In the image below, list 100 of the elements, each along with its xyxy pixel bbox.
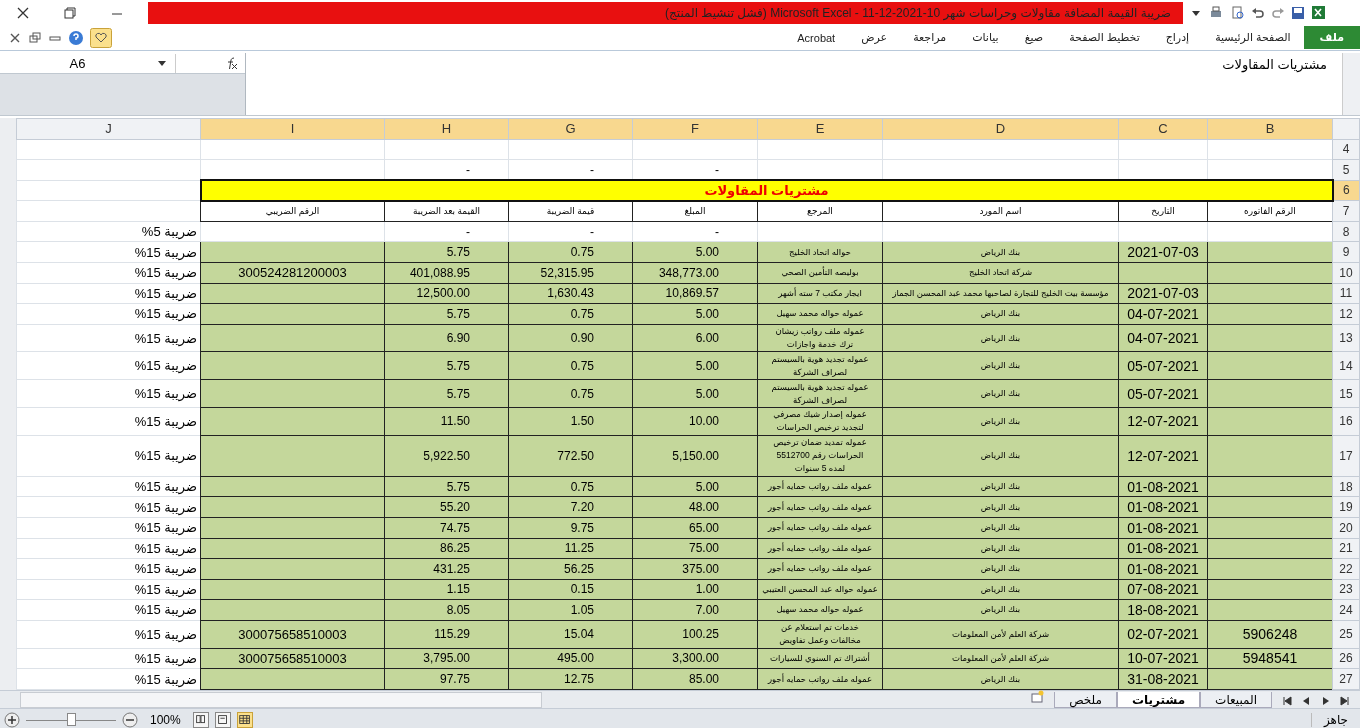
table-cell: 05-07-2021 bbox=[1118, 351, 1208, 380]
table-cell: ضريبة 5% bbox=[16, 221, 201, 242]
row-header[interactable]: 16 bbox=[1332, 407, 1360, 436]
first-sheet-icon[interactable] bbox=[1340, 694, 1352, 708]
table-cell: 5948541 bbox=[1207, 648, 1333, 669]
zoom-slider-thumb[interactable] bbox=[66, 712, 76, 726]
window-title: ضريبة القيمة المضافة مقاولات وحراسات شهر 10-2021-12-11 - Microsoft Excel (فشل تنشيط المنتج) bbox=[148, 1, 1183, 24]
row-header[interactable]: 7 bbox=[1332, 200, 1360, 222]
column-header[interactable]: D bbox=[882, 118, 1119, 140]
ribbon-tab[interactable]: تخطيط الصفحة bbox=[1056, 27, 1153, 48]
vertical-scrollbar[interactable] bbox=[0, 118, 16, 690]
spreadsheet-icon[interactable] bbox=[1311, 5, 1326, 20]
view-button[interactable] bbox=[236, 712, 253, 728]
row-header[interactable]: 13 bbox=[1332, 324, 1360, 352]
row-header[interactable]: 23 bbox=[1332, 579, 1360, 600]
sheet-tab[interactable]: مشتريات bbox=[1117, 692, 1201, 708]
close-icon[interactable] bbox=[16, 5, 31, 20]
view-button[interactable] bbox=[214, 712, 231, 728]
table-cell: 12,500.00 bbox=[384, 283, 509, 304]
row-header[interactable]: 11 bbox=[1332, 283, 1360, 304]
table-cell: 05-07-2021 bbox=[1118, 379, 1208, 408]
column-header[interactable]: E bbox=[757, 118, 883, 140]
table-cell: 3,795.00 bbox=[384, 648, 509, 669]
zoom-out-icon[interactable] bbox=[122, 712, 138, 728]
table-cell: 56.25 bbox=[508, 558, 633, 580]
table-cell: عموله ملف رواتب حمايه أجور bbox=[757, 558, 883, 580]
row-header[interactable]: 15 bbox=[1332, 379, 1360, 408]
zoom-in-icon[interactable] bbox=[4, 712, 20, 728]
table-cell: 5.00 bbox=[632, 241, 758, 263]
table-cell: 01-08-2021 bbox=[1118, 496, 1208, 518]
column-header[interactable]: I bbox=[200, 118, 385, 140]
help-icon[interactable] bbox=[68, 29, 84, 46]
column-header[interactable]: J bbox=[16, 118, 201, 140]
table-cell: ضريبة 15% bbox=[16, 648, 201, 669]
ribbon-tab[interactable]: صيغ bbox=[1011, 27, 1057, 48]
row-header[interactable]: 8 bbox=[1332, 221, 1360, 242]
table-cell: ضريبة 15% bbox=[16, 351, 201, 380]
ribbon-tab[interactable]: ملف bbox=[1303, 26, 1360, 49]
last-sheet-icon[interactable] bbox=[1280, 694, 1292, 708]
redo-icon[interactable] bbox=[1271, 5, 1285, 20]
row-header[interactable]: 22 bbox=[1332, 558, 1360, 580]
restore-icon[interactable] bbox=[63, 5, 77, 20]
table-cell: 1.05 bbox=[508, 599, 633, 621]
column-label: اسم المورد bbox=[882, 200, 1119, 222]
view-button[interactable] bbox=[192, 712, 209, 728]
table-cell: بنك الرياض bbox=[882, 241, 1119, 263]
table-cell: ضريبة 15% bbox=[16, 579, 201, 600]
sheet-tab[interactable]: ملخص bbox=[1054, 692, 1117, 708]
row-header[interactable]: 20 bbox=[1332, 517, 1360, 538]
row-header[interactable]: 17 bbox=[1332, 435, 1360, 477]
row-header[interactable]: 21 bbox=[1332, 538, 1360, 559]
formula-field[interactable]: مشتريات المقاولات bbox=[246, 53, 1342, 115]
save-icon[interactable] bbox=[1291, 5, 1305, 20]
ribbon-tab[interactable]: بيانات bbox=[959, 27, 1012, 48]
table-cell: بنك الرياض bbox=[882, 558, 1119, 580]
row-header[interactable]: 25 bbox=[1332, 620, 1360, 649]
ribbon-tab[interactable]: عرض bbox=[848, 27, 901, 48]
row-header[interactable]: 24 bbox=[1332, 599, 1360, 621]
table-cell: عموله حواله عبد المحسن العتيبي bbox=[757, 579, 883, 600]
table-cell: بنك الرياض bbox=[882, 407, 1119, 436]
zoom-level[interactable]: 100% bbox=[150, 713, 181, 727]
column-header[interactable]: C bbox=[1118, 118, 1208, 140]
horizontal-scrollbar[interactable] bbox=[20, 691, 542, 708]
table-cell: 10.00 bbox=[632, 407, 758, 436]
table-cell: 8.05 bbox=[384, 599, 509, 621]
table-cell: بوليصه التأمين الصحي bbox=[757, 262, 883, 283]
sheet-tab[interactable]: المبيعات bbox=[1200, 692, 1272, 708]
row-header[interactable]: 14 bbox=[1332, 351, 1360, 380]
row-header[interactable]: 27 bbox=[1332, 668, 1360, 690]
row-header[interactable]: 19 bbox=[1332, 496, 1360, 518]
function-icon[interactable] bbox=[225, 56, 239, 70]
row-header[interactable]: 12 bbox=[1332, 303, 1360, 325]
table-cell: 0.75 bbox=[508, 303, 633, 325]
column-header[interactable]: G bbox=[508, 118, 633, 140]
undo-icon[interactable] bbox=[1251, 5, 1265, 20]
table-cell: بنك الرياض bbox=[882, 579, 1119, 600]
table-cell: 5.75 bbox=[384, 303, 509, 325]
row-header[interactable]: 4 bbox=[1332, 139, 1360, 160]
ribbon-tab[interactable]: الصفحة الرئيسية bbox=[1202, 27, 1304, 48]
column-label: الرقم الفاتوره bbox=[1207, 200, 1333, 222]
row-header[interactable]: 18 bbox=[1332, 476, 1360, 497]
column-header[interactable]: H bbox=[384, 118, 509, 140]
restore-icon[interactable] bbox=[28, 30, 42, 45]
ribbon-tab[interactable]: مراجعة bbox=[900, 27, 960, 48]
table-cell: 348,773.00 bbox=[632, 262, 758, 283]
table-cell: 12-07-2021 bbox=[1118, 407, 1208, 436]
table-cell: شركة العلم لأمن المعلومات bbox=[882, 648, 1119, 669]
column-label: المبلغ bbox=[632, 200, 758, 222]
table-cell: بنك الرياض bbox=[882, 496, 1119, 518]
row-header[interactable]: 10 bbox=[1332, 262, 1360, 283]
row-header[interactable]: 9 bbox=[1332, 241, 1360, 263]
ribbon-tab[interactable]: Acrobat bbox=[784, 27, 849, 48]
table-cell: 01-08-2021 bbox=[1118, 517, 1208, 538]
table-cell: 10,869.57 bbox=[632, 283, 758, 304]
column-header[interactable]: F bbox=[632, 118, 758, 140]
row-header[interactable]: 26 bbox=[1332, 648, 1360, 669]
print-preview-icon[interactable] bbox=[1231, 5, 1245, 20]
ribbon-tab[interactable]: إدراج bbox=[1152, 27, 1203, 48]
scrollbar[interactable] bbox=[1342, 53, 1360, 115]
column-header[interactable]: B bbox=[1207, 118, 1333, 140]
